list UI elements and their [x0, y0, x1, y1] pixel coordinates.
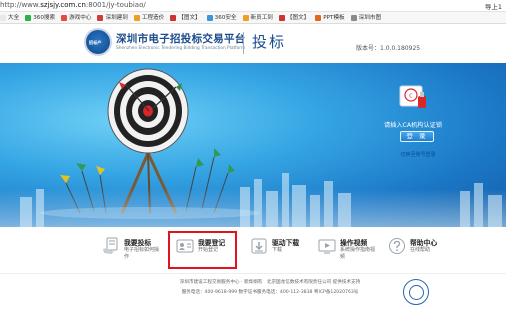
bookmark-label: 【图文】	[286, 15, 310, 21]
bookmark-label: 游戏中心	[69, 15, 92, 21]
footer-line-2: 服务电话：400-9618-999 数字证书服务电话：400-112-3838 …	[181, 290, 359, 295]
skyline-overlay	[0, 189, 506, 227]
doc-icon	[170, 14, 177, 21]
ca-prompt: 请插入CA机构认证锁	[383, 122, 443, 129]
entry-subtitle: 在线帮助	[410, 247, 431, 253]
svg-text:C: C	[409, 94, 413, 100]
footer-line-1: 深圳市建设工程交易服务中心 · 新烨纲有 北京国龙信数技术有限责任公司 提供技术…	[179, 280, 361, 285]
help-icon	[389, 238, 405, 254]
bookmark-item[interactable]: 游戏中心	[61, 12, 92, 23]
bookmark-item[interactable]: 深圳市图	[350, 12, 382, 23]
entry-operation-video[interactable]: 操作视频 系统操作指南视频	[318, 233, 382, 267]
ppt-icon	[315, 14, 322, 21]
site-header: 招标产 深圳市电子招投标交易平台 Shenzhen Electronic Ten…	[0, 25, 506, 63]
doc-icon	[350, 14, 357, 21]
bookmark-label: 工程造价	[141, 15, 165, 21]
entry-title: 操作视频	[340, 239, 368, 247]
entry-title: 我要投标	[124, 239, 152, 247]
version-label: 版本号：1.0.0.180925	[356, 45, 421, 52]
download-icon	[251, 238, 267, 254]
hero-banner	[0, 63, 506, 227]
doc-icon	[278, 14, 285, 21]
address-bar[interactable]: http://www.szjsjy.com.cn:8001/jy-toubiao…	[0, 0, 506, 12]
entry-subtitle: 系统操作指南视频	[340, 247, 376, 260]
bookmark-item[interactable]: 新员工到	[242, 12, 273, 23]
url-text[interactable]: http://www.szjsjy.com.cn:8001/jy-toubiao…	[0, 1, 146, 9]
bookmark-item[interactable]: 深圳建到	[97, 12, 128, 23]
bookmark-label: 新员工到	[250, 15, 273, 21]
bookmark-label: PPT模板	[323, 15, 345, 21]
doc-icon	[242, 14, 249, 21]
browser-util[interactable]: 导上1	[485, 1, 502, 11]
entry-subtitle: 电子招标如何操作	[124, 247, 160, 260]
shield-icon	[206, 14, 213, 21]
bookmarks-bar: 大全 360搜索 游戏中心 深圳建到 工程造价 【图文】 360安全 新员工到 【图文】 PPT模…	[0, 12, 506, 24]
entry-subtitle: 下载	[272, 247, 283, 253]
bookmark-label: 深圳市图	[358, 15, 382, 21]
bookmark-item[interactable]: 360安全	[206, 12, 237, 23]
building-icon	[97, 14, 104, 21]
entry-driver-download[interactable]: 驱动下载 下载	[250, 233, 310, 267]
site-subtitle: Shenzhen Electronic Tendering Bidding Tr…	[116, 46, 246, 51]
bookmark-label: 360搜索	[33, 15, 56, 21]
entry-title: 驱动下载	[272, 239, 300, 247]
verification-seal-icon[interactable]	[403, 279, 429, 305]
360-search-icon	[25, 14, 32, 21]
switch-account-login-link[interactable]: 切换至账号登录	[390, 151, 446, 158]
bookmark-label: 【图文】	[178, 15, 201, 21]
header-divider	[243, 32, 244, 54]
bookmark-label: 360安全	[214, 15, 237, 21]
quick-entry-bar: 我要投标 电子招标如何操作 我要登记 开始登记 驱动下载 下载 操作视频 系统操…	[0, 227, 506, 273]
doc-icon	[133, 14, 140, 21]
bookmark-label: 大全	[8, 15, 20, 21]
site-footer: 深圳市建设工程交易服务中心 · 新烨纲有 北京国龙信数技术有限责任公司 提供技术…	[0, 273, 506, 311]
bookmark-item[interactable]: 工程造价	[133, 12, 165, 23]
bookmark-item[interactable]: PPT模板	[315, 12, 345, 23]
bookmark-item[interactable]: 大全	[0, 12, 20, 23]
bookmark-label: 深圳建到	[105, 15, 128, 21]
login-button[interactable]: 登 录	[400, 131, 434, 142]
bookmark-item[interactable]: 360搜索	[25, 12, 56, 23]
video-icon	[318, 239, 336, 254]
section-title: 投标	[252, 33, 287, 51]
entry-bid[interactable]: 我要投标 电子招标如何操作	[102, 233, 164, 267]
game-icon	[61, 14, 68, 21]
folder-icon	[0, 14, 6, 21]
hand-doc-icon	[103, 237, 118, 254]
bookmark-item[interactable]: 【图文】	[278, 12, 310, 23]
bookmark-item[interactable]: 【图文】	[170, 12, 201, 23]
platform-logo[interactable]: 招标产	[84, 28, 112, 56]
ca-certificate-icon: C	[399, 85, 426, 108]
highlight-box	[168, 231, 237, 269]
entry-title: 帮助中心	[410, 239, 438, 247]
entry-help-center[interactable]: 帮助中心 在线帮助	[388, 233, 446, 267]
site-title: 深圳市电子招投标交易平台	[116, 33, 246, 45]
